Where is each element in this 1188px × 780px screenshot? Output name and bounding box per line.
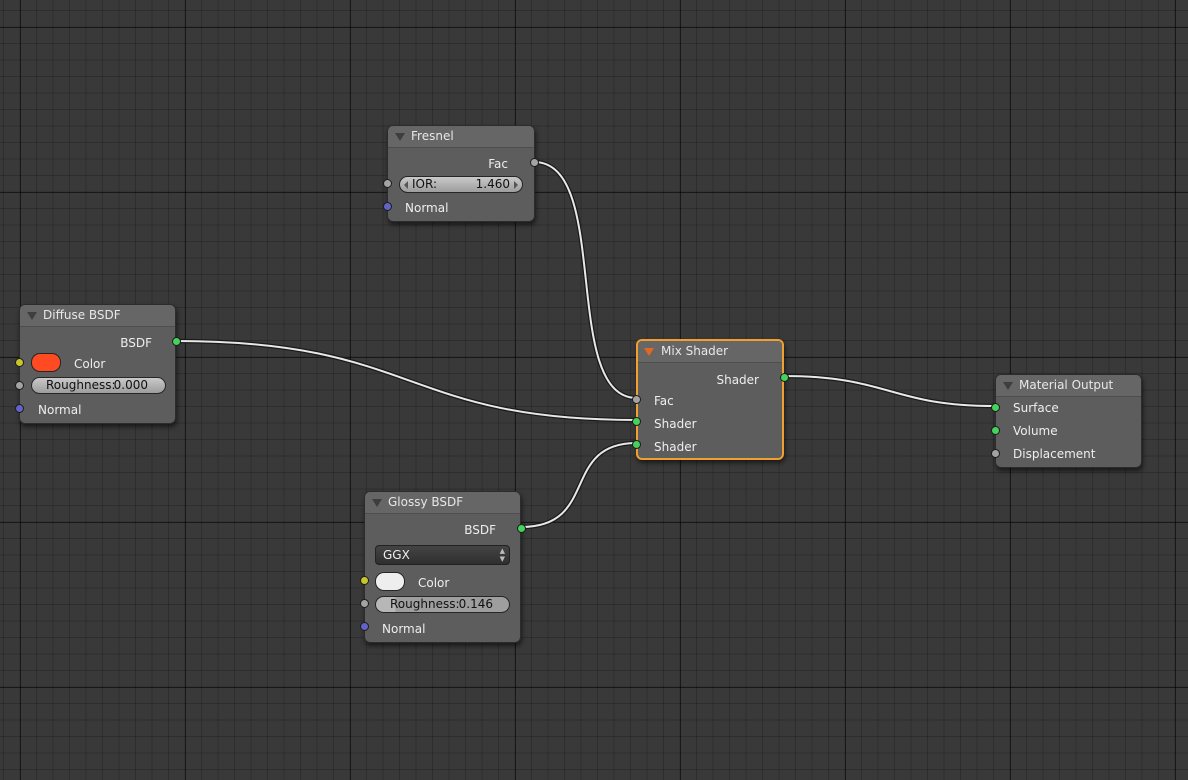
displacement-label: Displacement — [1013, 447, 1096, 461]
link-glossy-bsdf-to-mix-shader[interactable] — [520, 440, 638, 530]
node-header[interactable]: Glossy BSDF — [365, 492, 520, 514]
material-output-node[interactable]: Material Output Surface Volume Displacem… — [991, 374, 1142, 468]
roughness-label: Roughness: — [46, 378, 116, 392]
surface-label: Surface — [1013, 401, 1059, 415]
collapse-arrow-icon[interactable] — [372, 499, 382, 507]
output-bsdf-label: BSDF — [120, 336, 152, 350]
shader-2-label: Shader — [654, 440, 697, 454]
output-socket-bsdf[interactable] — [517, 524, 526, 533]
shader-1-label: Shader — [654, 417, 697, 431]
input-socket-roughness[interactable] — [360, 599, 369, 608]
node-title: Fresnel — [411, 129, 454, 143]
mix-shader-node[interactable]: Mix Shader Shader Fac Shader Shader — [632, 339, 789, 460]
input-socket-ior[interactable] — [383, 179, 392, 188]
input-socket-surface[interactable] — [991, 403, 1000, 412]
roughness-field[interactable]: Roughness: 0.000 — [31, 377, 166, 394]
normal-label: Normal — [382, 622, 426, 636]
decrement-arrow-icon[interactable] — [404, 181, 408, 189]
node-title: Diffuse BSDF — [43, 308, 121, 322]
increment-arrow-icon[interactable] — [514, 181, 518, 189]
input-socket-normal[interactable] — [360, 622, 369, 631]
input-socket-color[interactable] — [360, 576, 369, 585]
input-socket-shader-1[interactable] — [632, 417, 641, 426]
output-socket-shader[interactable] — [780, 373, 789, 382]
fac-label: Fac — [654, 394, 674, 408]
input-socket-normal[interactable] — [15, 404, 24, 413]
ior-label: IOR: — [412, 177, 437, 191]
diffuse-bsdf-node[interactable]: Diffuse BSDF BSDF Color Roughness: 0.000… — [15, 304, 181, 424]
collapse-arrow-icon[interactable] — [27, 312, 37, 320]
distribution-value: GGX — [383, 548, 410, 562]
input-socket-normal[interactable] — [383, 202, 392, 211]
color-swatch[interactable] — [375, 572, 405, 591]
input-socket-color[interactable] — [15, 358, 24, 367]
roughness-label: Roughness: — [390, 597, 460, 611]
color-swatch[interactable] — [31, 353, 61, 372]
color-label: Color — [74, 357, 106, 371]
output-fac-label: Fac — [488, 157, 508, 171]
collapse-arrow-icon[interactable] — [395, 133, 405, 141]
color-label: Color — [418, 576, 450, 590]
roughness-value: 0.146 — [458, 597, 493, 611]
ior-field[interactable]: IOR: 1.460 — [399, 176, 523, 193]
node-title: Material Output — [1019, 378, 1114, 392]
collapse-arrow-icon[interactable] — [1003, 382, 1013, 390]
node-header[interactable]: Mix Shader — [638, 341, 782, 363]
output-bsdf-label: BSDF — [464, 523, 496, 537]
roughness-value: 0.000 — [113, 378, 148, 392]
normal-label: Normal — [405, 201, 449, 215]
node-header[interactable]: Fresnel — [388, 126, 534, 148]
glossy-bsdf-node[interactable]: Glossy BSDF BSDF GGX ▲ ▼ Color Roughness:… — [360, 491, 526, 643]
input-socket-roughness[interactable] — [15, 381, 24, 390]
updown-arrow-icon: ▲ ▼ — [499, 547, 505, 563]
roughness-field[interactable]: Roughness: 0.146 — [375, 596, 510, 613]
input-socket-volume[interactable] — [991, 426, 1000, 435]
input-socket-fac[interactable] — [632, 395, 641, 404]
distribution-dropdown[interactable]: GGX ▲ ▼ — [375, 545, 510, 565]
ior-value: 1.460 — [475, 177, 510, 191]
link-mix-shader-to-output-surface[interactable] — [782, 373, 996, 409]
output-socket-bsdf[interactable] — [172, 337, 181, 346]
output-shader-label: Shader — [716, 373, 759, 387]
input-socket-displacement[interactable] — [991, 449, 1000, 458]
node-header[interactable]: Material Output — [996, 375, 1141, 397]
input-socket-shader-2[interactable] — [632, 440, 641, 449]
node-header[interactable]: Diffuse BSDF — [20, 305, 175, 327]
collapse-arrow-icon[interactable] — [644, 348, 654, 356]
normal-label: Normal — [38, 403, 82, 417]
output-socket-fac[interactable] — [530, 158, 539, 167]
link-fresnel-fac-to-mix-fac[interactable] — [533, 159, 638, 401]
node-title: Glossy BSDF — [388, 495, 464, 509]
fresnel-node[interactable]: Fresnel Fac IOR: 1.460 Normal — [383, 125, 539, 222]
link-diffuse-bsdf-to-mix-shader[interactable] — [175, 338, 638, 423]
node-title: Mix Shader — [661, 344, 729, 358]
volume-label: Volume — [1013, 424, 1058, 438]
